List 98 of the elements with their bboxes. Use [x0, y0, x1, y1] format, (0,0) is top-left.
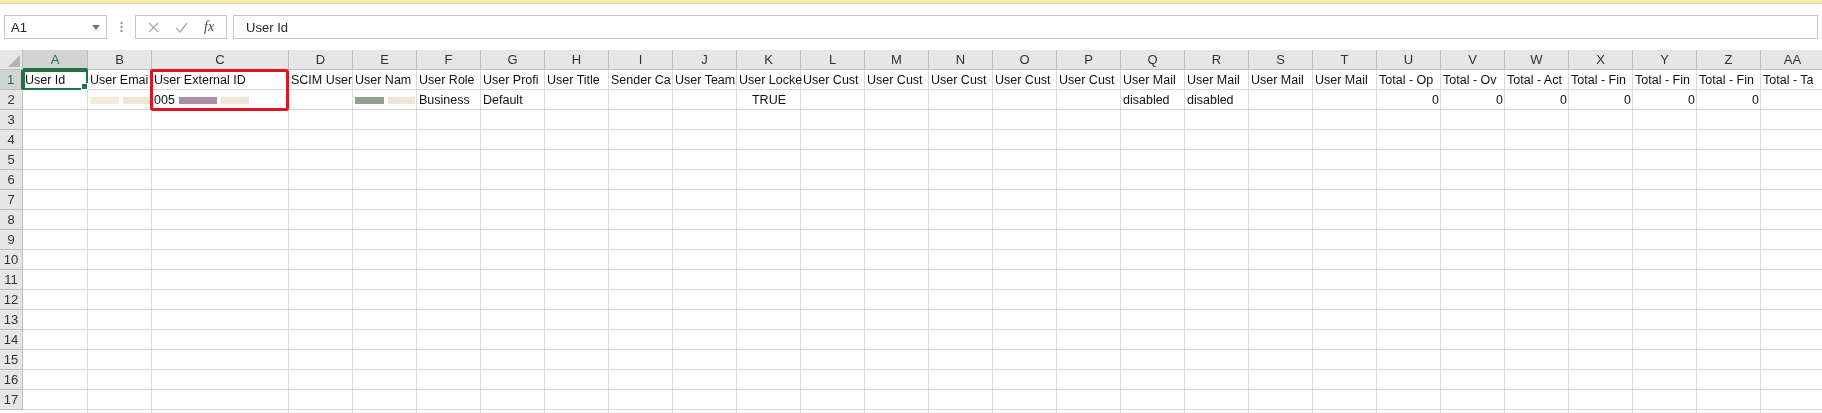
redaction-bar: [355, 96, 384, 104]
table-cell-text: 0: [1687, 92, 1696, 109]
table-cell-text: Total - Fin: [1570, 72, 1627, 89]
table-cell-text: User Mail: [1314, 72, 1369, 89]
column-header[interactable]: C: [152, 50, 289, 70]
column-header[interactable]: O: [993, 50, 1057, 70]
table-cell-text: Total - Ta: [1762, 72, 1815, 89]
name-box[interactable]: A1: [4, 15, 107, 39]
column-header[interactable]: J: [673, 50, 737, 70]
row-header[interactable]: 14: [0, 330, 23, 350]
row-header[interactable]: 13: [0, 310, 23, 330]
table-cell-text: User Cust: [802, 72, 860, 89]
redaction-bar: [122, 96, 150, 104]
table-cell-text: Total - Fin: [1698, 72, 1755, 89]
column-header[interactable]: B: [88, 50, 152, 70]
table-cell-text: disabled: [1186, 92, 1235, 109]
table-cell-text: User Role: [418, 72, 476, 89]
column-header[interactable]: U: [1377, 50, 1441, 70]
table-cell-text: User Profi: [482, 72, 540, 89]
table-cell-text: Default: [482, 92, 524, 109]
column-header[interactable]: Z: [1697, 50, 1761, 70]
column-header[interactable]: W: [1505, 50, 1569, 70]
column-header[interactable]: H: [545, 50, 609, 70]
table-cell-text: 0: [1495, 92, 1504, 109]
column-header[interactable]: Q: [1121, 50, 1185, 70]
table-cell-text: User Mail: [1122, 72, 1177, 89]
column-header[interactable]: S: [1249, 50, 1313, 70]
row-header[interactable]: 9: [0, 230, 23, 250]
row-header[interactable]: 10: [0, 250, 23, 270]
corner-triangle-icon[interactable]: [8, 55, 20, 67]
table-cell-text: 0: [1751, 92, 1760, 109]
row-header[interactable]: 7: [0, 190, 23, 210]
table-cell-text: User Locke: [738, 72, 801, 89]
select-all-corner[interactable]: [0, 50, 23, 70]
column-header[interactable]: A: [23, 50, 88, 70]
column-header[interactable]: N: [929, 50, 993, 70]
column-header[interactable]: D: [289, 50, 353, 70]
table-cell-text: User Cust: [994, 72, 1052, 89]
cell-text: 005: [154, 93, 175, 107]
redaction-bar: [387, 96, 415, 104]
check-icon[interactable]: [175, 21, 188, 33]
table-cell-text: 0: [1431, 92, 1440, 109]
table-cell-text: User Cust: [930, 72, 988, 89]
column-header[interactable]: G: [481, 50, 545, 70]
column-header[interactable]: F: [417, 50, 481, 70]
row-header[interactable]: 16: [0, 370, 23, 390]
table-cell-text: disabled: [1122, 92, 1171, 109]
row-header[interactable]: 1: [0, 70, 23, 90]
column-header[interactable]: V: [1441, 50, 1505, 70]
table-cell-text: User Cust: [1058, 72, 1116, 89]
table-cell-text: TRUE: [751, 92, 787, 109]
grip-icon: [119, 21, 123, 33]
table-cell-text: SCIM User: [290, 72, 353, 89]
column-header[interactable]: T: [1313, 50, 1377, 70]
table-cell-text: User External ID: [153, 72, 247, 89]
column-header[interactable]: AA: [1761, 50, 1822, 70]
column-header[interactable]: K: [737, 50, 801, 70]
column-header[interactable]: L: [801, 50, 865, 70]
table-cell-text: Total - Op: [1378, 72, 1435, 89]
active-cell[interactable]: User Id: [23, 70, 88, 90]
row-header[interactable]: 2: [0, 90, 23, 110]
row-header[interactable]: 3: [0, 110, 23, 130]
row-header[interactable]: 12: [0, 290, 23, 310]
table-cell-text: User Team: [674, 72, 737, 89]
redaction-bar: [90, 96, 119, 104]
column-header[interactable]: R: [1185, 50, 1249, 70]
column-header[interactable]: E: [353, 50, 417, 70]
column-header[interactable]: Y: [1633, 50, 1697, 70]
table-cell-text: User Cust: [866, 72, 924, 89]
table-cell-text: User Title: [546, 72, 601, 89]
column-header[interactable]: X: [1569, 50, 1633, 70]
row-header[interactable]: 4: [0, 130, 23, 150]
row-header[interactable]: 8: [0, 210, 23, 230]
table-cell-text: Sender Ca: [610, 72, 672, 89]
table-cell-text: User Nam: [354, 72, 413, 89]
redaction-bar: [220, 96, 249, 104]
row-header[interactable]: 15: [0, 350, 23, 370]
row-header[interactable]: 17: [0, 390, 23, 410]
formula-input[interactable]: User Id: [233, 15, 1818, 39]
column-header[interactable]: I: [609, 50, 673, 70]
caret-icon[interactable]: [92, 24, 100, 30]
column-header[interactable]: P: [1057, 50, 1121, 70]
insert-function-button[interactable]: fx: [204, 19, 215, 35]
row-header[interactable]: 6: [0, 170, 23, 190]
table-cell-text: Business: [418, 92, 471, 109]
table-cell-text: Total - Ov: [1442, 72, 1498, 89]
column-header[interactable]: M: [865, 50, 929, 70]
cancel-icon[interactable]: [148, 21, 159, 33]
table-cell-text: Total - Fin: [1634, 72, 1691, 89]
row-header[interactable]: 5: [0, 150, 23, 170]
row-header[interactable]: 11: [0, 270, 23, 290]
table-cell-text: User Mail: [1250, 72, 1305, 89]
table-cell-text: Total - Act: [1506, 72, 1563, 89]
table-cell-text: 0: [1623, 92, 1632, 109]
table-cell-text: User Mail: [1186, 72, 1241, 89]
table-cell-text: User Emai: [89, 72, 150, 89]
redaction-bar: [178, 96, 217, 104]
table-cell-text: 0: [1559, 92, 1568, 109]
